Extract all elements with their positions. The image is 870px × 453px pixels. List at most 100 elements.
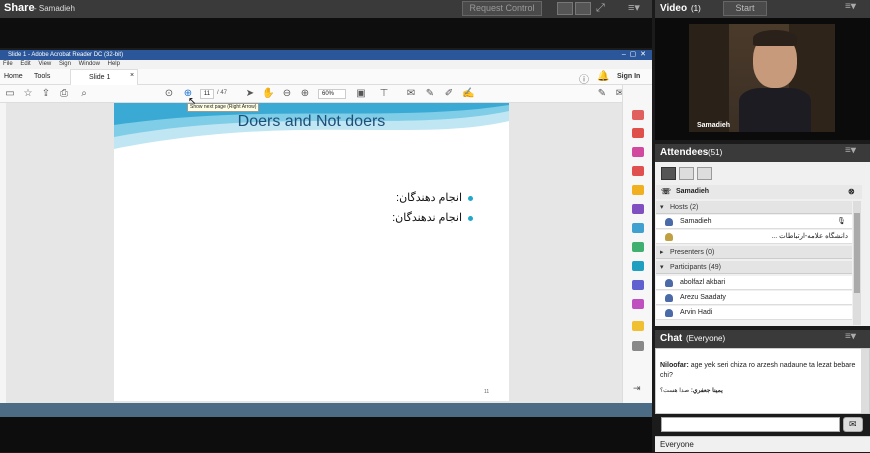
comment-icon[interactable]: ✉ — [405, 88, 417, 100]
combine-icon[interactable] — [632, 204, 644, 214]
zoom-tool-icon[interactable] — [632, 110, 644, 120]
window-controls-icon[interactable]: – ▢ ✕ — [622, 50, 646, 60]
slide-page: Doers and Not doers انجام دهندگان: انجام… — [114, 103, 509, 401]
pod-menu-icon[interactable]: ≡▾ — [845, 331, 856, 342]
presenters-group[interactable]: ▸ Presenters (0) — [656, 246, 852, 259]
pin-icon[interactable]: ⊤ — [378, 88, 390, 100]
viewer-bottom-bar — [0, 403, 652, 417]
status-view-icon[interactable] — [697, 167, 712, 180]
scan-icon[interactable] — [632, 242, 644, 252]
fit-page-icon[interactable]: ▣ — [355, 88, 367, 100]
print-icon[interactable]: ⎙ — [58, 88, 70, 100]
create-pdf-icon[interactable] — [632, 166, 644, 176]
hosts-group[interactable]: ▾ Hosts (2) — [656, 201, 852, 214]
hand-icon[interactable]: ✋ — [262, 88, 274, 100]
video-count: (1) — [691, 4, 701, 13]
sign-icon[interactable]: ✍ — [462, 88, 474, 100]
sign-tool-icon[interactable] — [632, 261, 644, 271]
left-nav-strip[interactable] — [0, 103, 6, 403]
expand-icon: ▸ — [660, 249, 664, 256]
slide-wave-decoration — [114, 103, 509, 149]
menu-file[interactable]: File — [3, 61, 13, 67]
bookmark-star-icon[interactable]: ☆ — [22, 88, 34, 100]
zoom-level-select[interactable]: 60% — [318, 89, 346, 99]
previous-page-icon[interactable]: ⊙ — [163, 88, 175, 100]
scrollbar-thumb[interactable] — [854, 213, 860, 293]
zoom-in-icon[interactable]: ⊕ — [299, 88, 311, 100]
pod-menu-icon[interactable]: ≡▾ — [845, 1, 856, 12]
expand-icon: ▾ — [660, 204, 664, 211]
microphone-icon: 🎙 — [837, 218, 846, 225]
export-pdf-icon[interactable] — [632, 128, 644, 138]
help-icon[interactable]: ⓘ — [579, 71, 589, 86]
slide-bullet: انجام دهندگان: — [396, 191, 473, 204]
mouse-cursor-icon: ↖ — [188, 96, 197, 107]
acrobat-tools-pane: ⇥ — [622, 85, 652, 403]
request-control-button[interactable]: Request Control — [462, 1, 542, 16]
chat-message: Niloofar: age yek seri chiza ro arzesh n… — [660, 361, 856, 381]
stamp-icon[interactable] — [632, 321, 644, 331]
attendees-pod-header: Attendees (51) ≡▾ — [655, 144, 870, 162]
acrobat-title-bar: Slide 1 - Adobe Acrobat Reader DC (32-bi… — [0, 50, 652, 60]
list-item[interactable]: Samadieh 🎙 — [656, 215, 852, 229]
video-title: Video — [660, 3, 688, 14]
collapse-pane-icon[interactable]: ⇥ — [633, 383, 641, 394]
tools-more-icon[interactable] — [632, 341, 644, 351]
pod-menu-icon[interactable]: ≡▾ — [845, 145, 856, 156]
layout-alt-icon[interactable] — [575, 2, 591, 15]
send-icon: ✉ — [849, 419, 857, 429]
my-status-row[interactable]: ☏ Samadieh ⊗ — [656, 185, 862, 199]
organize-icon[interactable] — [632, 147, 644, 157]
chat-input[interactable] — [661, 417, 840, 432]
breakout-view-icon[interactable] — [679, 167, 694, 180]
fullscreen-icon[interactable]: ⤢ — [596, 2, 605, 15]
sign-in-button[interactable]: Sign In — [617, 73, 640, 80]
list-item[interactable]: دانشگاه علامه-ارتباطات ... — [656, 230, 852, 244]
list-item[interactable]: Arezu Saadaty — [656, 291, 852, 305]
comment-tool-icon[interactable] — [632, 185, 644, 195]
chat-sender: يمينا جعفري: — [690, 388, 723, 394]
upload-icon[interactable]: ⇪ — [40, 88, 52, 100]
search-icon[interactable]: ⌕ — [78, 88, 90, 100]
page-number-input[interactable]: 11 — [200, 89, 214, 99]
send-message-button[interactable]: ✉ — [843, 417, 863, 432]
start-video-label: Start — [735, 3, 755, 13]
chat-scrollbar[interactable] — [861, 349, 869, 413]
tab-close-icon[interactable]: × — [130, 72, 134, 79]
start-video-button[interactable]: Start — [723, 1, 767, 16]
chat-recipient-tab[interactable]: Everyone — [655, 436, 870, 452]
tab-home[interactable]: Home — [4, 73, 23, 80]
pod-menu-icon[interactable]: ≡▾ — [628, 1, 640, 14]
pen-icon[interactable]: ✎ — [424, 88, 436, 100]
cursor-icon[interactable]: ➤ — [244, 88, 256, 100]
list-item[interactable]: abolfazl akbari — [656, 276, 852, 290]
save-icon[interactable]: ▭ — [4, 88, 16, 100]
tab-tools[interactable]: Tools — [34, 73, 50, 80]
presenter-body — [739, 88, 811, 132]
share-lower-area — [0, 417, 652, 452]
menu-sign[interactable]: Sign — [59, 61, 71, 67]
menu-view[interactable]: View — [38, 61, 51, 67]
list-item[interactable]: Arvin Hadi — [656, 306, 852, 320]
attendees-scrollbar[interactable] — [853, 201, 861, 325]
fill-sign-icon[interactable]: ✎ — [596, 88, 608, 100]
chat-message: يمينا جعفري: صدا هست؟ — [660, 386, 856, 396]
layout-icon[interactable] — [557, 2, 573, 15]
clear-status-icon[interactable]: ⊗ — [848, 185, 855, 199]
protect-icon[interactable] — [632, 280, 644, 290]
attendee-name: Arezu Saadaty — [680, 294, 726, 301]
participants-label: Participants (49) — [670, 264, 721, 271]
fill-tool-icon[interactable] — [632, 299, 644, 309]
participants-group[interactable]: ▾ Participants (49) — [656, 261, 852, 274]
menu-window[interactable]: Window — [79, 61, 100, 67]
zoom-out-icon[interactable]: ⊖ — [281, 88, 293, 100]
menu-edit[interactable]: Edit — [20, 61, 30, 67]
list-view-icon[interactable] — [661, 167, 676, 180]
attendee-name: abolfazl akbari — [680, 279, 726, 286]
attendee-name: Samadieh — [680, 218, 712, 225]
menu-help[interactable]: Help — [108, 61, 120, 67]
highlight-icon[interactable]: ✐ — [443, 88, 455, 100]
edit-pdf-icon[interactable] — [632, 223, 644, 233]
tab-document[interactable]: Slide 1 — [70, 69, 138, 85]
bell-icon[interactable]: 🔔 — [597, 71, 609, 82]
